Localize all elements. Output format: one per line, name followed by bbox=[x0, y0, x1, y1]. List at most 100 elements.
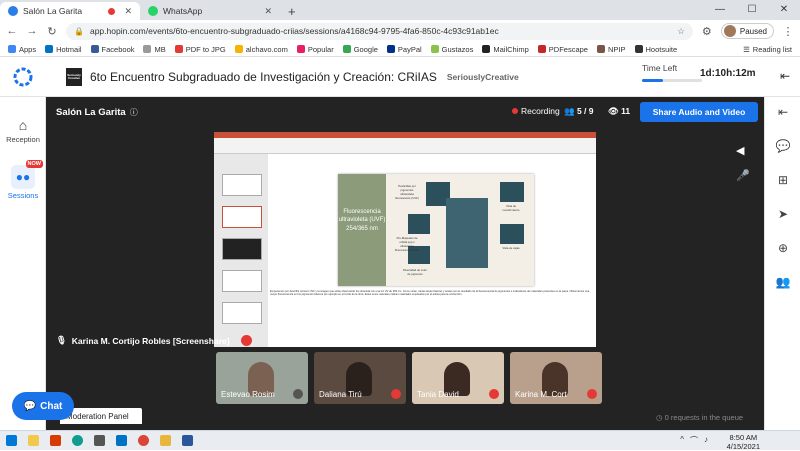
folder-icon[interactable] bbox=[154, 431, 176, 451]
bookmark-mailchimp[interactable]: MailChimp bbox=[482, 44, 529, 54]
time-left-bar bbox=[642, 79, 702, 82]
star-icon[interactable]: ☆ bbox=[677, 26, 685, 37]
stage-title: Salón La Garita bbox=[56, 106, 126, 118]
close-window-icon[interactable]: ✕ bbox=[768, 0, 800, 20]
minimize-icon[interactable]: — bbox=[704, 0, 736, 20]
edge-icon[interactable] bbox=[66, 431, 88, 451]
share-audio-video-button[interactable]: Share Audio and Video bbox=[640, 102, 758, 122]
popular-icon bbox=[296, 45, 305, 53]
hopin-logo[interactable] bbox=[0, 67, 46, 87]
participant-name: Estevao Rosim bbox=[221, 390, 275, 399]
bookmark-hootsuite[interactable]: Hootsuite bbox=[634, 45, 677, 54]
bookmark-facebook[interactable]: Facebook bbox=[90, 45, 134, 54]
windows-start-icon[interactable] bbox=[0, 431, 22, 451]
mute-icon[interactable]: 🎤 bbox=[736, 169, 750, 182]
bookmark-gustazos[interactable]: Gustazos bbox=[430, 45, 473, 54]
participant-tile[interactable]: Tania David bbox=[412, 352, 504, 404]
bookmark-paypal[interactable]: PayPal bbox=[386, 45, 422, 54]
organizer-name: SeriouslyCreative bbox=[446, 71, 519, 82]
tab-salon-la-garita[interactable]: Salón La Garita ✕ bbox=[0, 2, 140, 20]
nav-reception-label: Reception bbox=[6, 135, 40, 144]
reading-list[interactable]: ☰ Reading list bbox=[743, 45, 792, 54]
forward-icon[interactable]: → bbox=[26, 25, 38, 37]
network-icon[interactable]: ⌒ bbox=[690, 435, 698, 446]
chat-button-label: Chat bbox=[40, 400, 63, 412]
back-icon[interactable]: ← bbox=[6, 25, 18, 37]
close-tab-icon[interactable]: ✕ bbox=[124, 6, 132, 17]
bookmark-pdf-to-jpg[interactable]: PDF to JPG bbox=[174, 45, 226, 54]
profile-button[interactable]: Paused bbox=[720, 23, 774, 39]
on-stage-count[interactable]: 👥 5 / 9 bbox=[564, 106, 594, 117]
chat-button[interactable]: 💬 Chat bbox=[12, 392, 74, 420]
polls-icon[interactable]: ⊞ bbox=[765, 173, 800, 187]
slide-title: Fluorescencia ultravioleta (UVF) 254/365… bbox=[338, 174, 386, 286]
notification-chevron-icon[interactable]: ^ bbox=[680, 435, 684, 446]
bookmark-alchavo[interactable]: alchavo.com bbox=[234, 45, 288, 54]
recording-dot-icon bbox=[108, 7, 116, 15]
send-icon[interactable]: ➤ bbox=[765, 207, 800, 221]
current-slide: Fluorescencia ultravioleta (UVF) 254/365… bbox=[338, 174, 534, 286]
event-logo-text: Seriously Creative bbox=[67, 72, 81, 80]
slide-thumbnail bbox=[222, 302, 262, 324]
bookmark-google[interactable]: Google bbox=[342, 45, 378, 54]
participant-tile[interactable]: Karina M. Cort bbox=[510, 352, 602, 404]
menu-icon[interactable]: ⋮ bbox=[782, 25, 794, 38]
people-icon: 👥 bbox=[564, 106, 577, 116]
muted-indicator bbox=[240, 335, 252, 346]
queue-status: ◷ 0 requests in the queue bbox=[656, 413, 743, 422]
participant-tiles: Estevao Rosim Daliana Tirú Tania David K… bbox=[216, 352, 602, 404]
participant-tile[interactable]: Daliana Tirú bbox=[314, 352, 406, 404]
bookmark-hotmail[interactable]: Hotmail bbox=[45, 45, 82, 54]
maximize-icon[interactable]: ☐ bbox=[736, 0, 768, 20]
office-icon[interactable] bbox=[44, 431, 66, 451]
right-sidebar: ⇤ 💬 ⊞ ➤ ⊕ 👥 bbox=[764, 97, 800, 430]
bookmark-npip[interactable]: NPIP bbox=[596, 45, 626, 54]
pdf-icon bbox=[174, 45, 183, 53]
info-icon[interactable]: ⓘ bbox=[130, 107, 138, 118]
bookmark-pdfescape[interactable]: PDFescape bbox=[537, 44, 588, 54]
nav-sessions[interactable]: ●● NOW Sessions bbox=[0, 160, 46, 200]
lock-icon: 🔒 bbox=[74, 26, 84, 36]
new-tab-button[interactable]: + bbox=[280, 2, 304, 20]
participant-name: Tania David bbox=[417, 390, 459, 399]
url-text: app.hopin.com/events/6to-encuentro-subgr… bbox=[89, 26, 499, 36]
outlook-icon[interactable] bbox=[110, 431, 132, 451]
nav-reception[interactable]: ⌂ Reception bbox=[0, 117, 46, 144]
tab-whatsapp[interactable]: WhatsApp ✕ bbox=[140, 2, 280, 20]
apps-icon bbox=[8, 45, 16, 53]
store-icon[interactable] bbox=[88, 431, 110, 451]
mic-muted-icon bbox=[391, 389, 401, 399]
on-stage-value: 5 / 9 bbox=[576, 106, 594, 116]
chat-icon[interactable]: 💬 bbox=[765, 139, 800, 153]
reload-icon[interactable]: ↻ bbox=[46, 25, 58, 38]
participant-name: Daliana Tirú bbox=[319, 390, 362, 399]
close-tab-icon[interactable]: ✕ bbox=[264, 6, 272, 17]
participant-tile[interactable]: Estevao Rosim bbox=[216, 352, 308, 404]
taskbar-clock[interactable]: 8:50 AM 4/15/2021 bbox=[727, 433, 760, 451]
event-header: Seriously Creative 6to Encuentro Subgrad… bbox=[0, 57, 800, 97]
globe-icon[interactable]: ⊕ bbox=[765, 241, 800, 255]
time-left-fill bbox=[642, 79, 663, 82]
bookmark-apps[interactable]: Apps bbox=[8, 45, 36, 54]
screenshare-view: Fluorescencia ultravioleta (UVF) 254/365… bbox=[214, 132, 596, 347]
speaker-icon[interactable]: ◀ bbox=[736, 144, 750, 157]
bookmark-label: PDFescape bbox=[548, 44, 588, 54]
file-explorer-icon[interactable] bbox=[22, 431, 44, 451]
word-icon[interactable] bbox=[176, 431, 198, 451]
clock-icon: ◷ bbox=[656, 413, 665, 422]
url-field[interactable]: 🔒 app.hopin.com/events/6to-encuentro-sub… bbox=[66, 22, 693, 40]
bookmark-mb[interactable]: MB bbox=[143, 45, 166, 54]
bookmark-popular[interactable]: Popular bbox=[296, 44, 334, 54]
extensions-icon[interactable]: ⚙ bbox=[701, 25, 713, 38]
windows-taskbar: ^ ⌒ ♪ 8:50 AM 4/15/2021 bbox=[0, 430, 800, 451]
people-icon[interactable]: 👥 bbox=[765, 275, 800, 289]
exit-icon[interactable]: ⇤ bbox=[780, 69, 790, 83]
slide-main-image bbox=[446, 198, 488, 268]
volume-icon[interactable]: ♪ bbox=[704, 435, 708, 446]
whatsapp-favicon-icon bbox=[148, 6, 158, 16]
chrome-icon[interactable] bbox=[132, 431, 154, 451]
collapse-icon[interactable]: ⇤ bbox=[765, 105, 800, 119]
tab-title: Salón La Garita bbox=[23, 6, 83, 16]
bookmark-label: MailChimp bbox=[493, 44, 529, 54]
bookmark-label: Popular bbox=[307, 44, 334, 54]
